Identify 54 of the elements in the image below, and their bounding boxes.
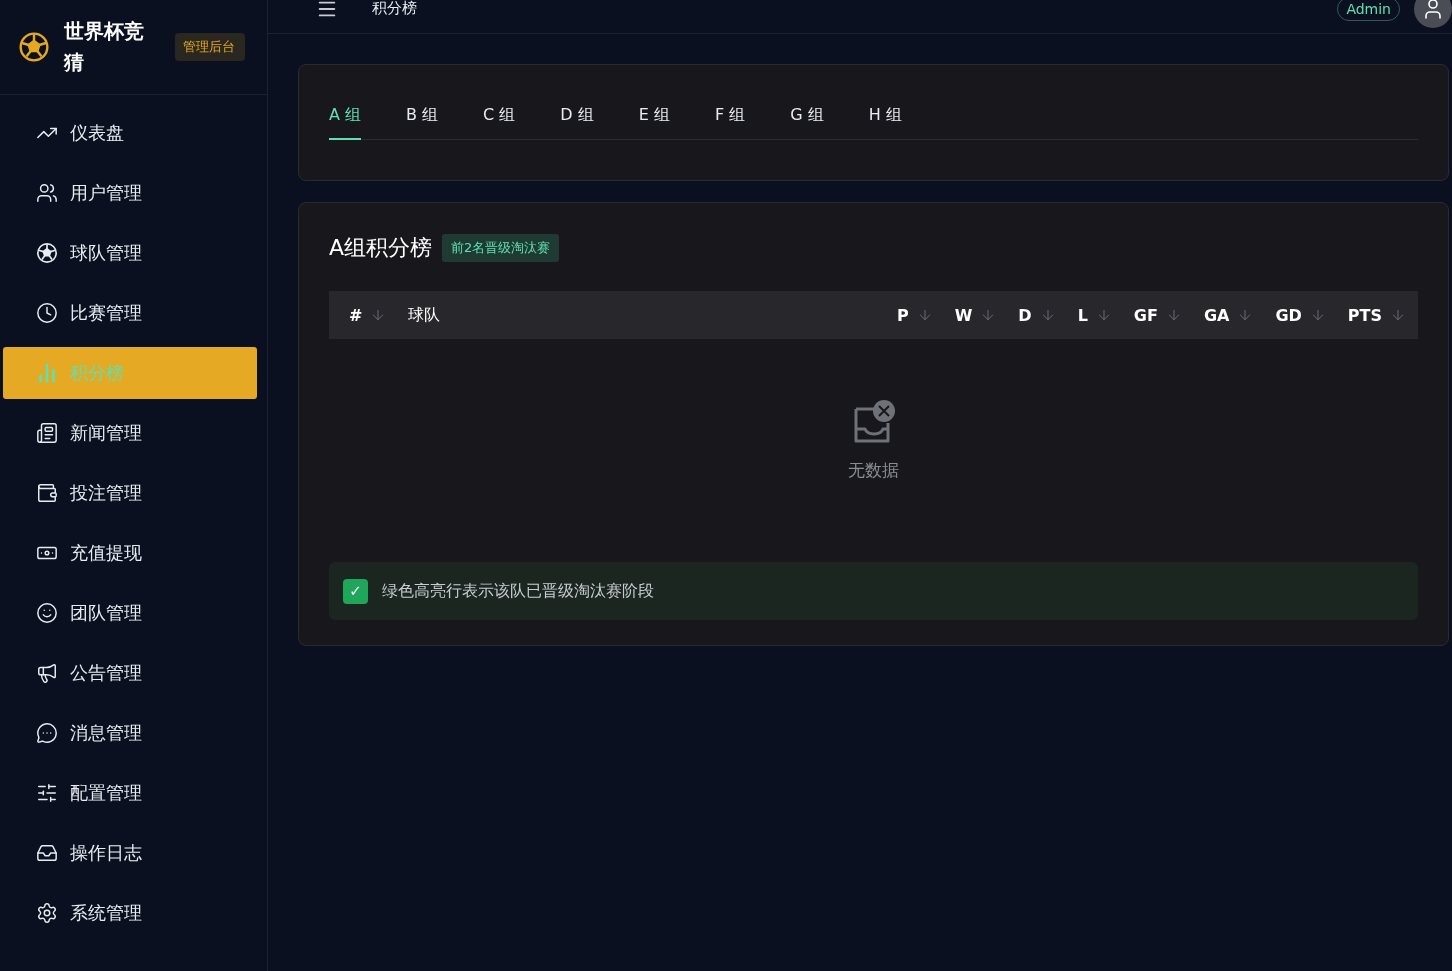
sidebar-item[interactable]: 投注管理 [3,467,257,519]
sidebar-item[interactable]: 仪表盘 [3,107,257,159]
qualify-tag: 前2名晋级淘汰赛 [442,234,560,262]
sidebar-item[interactable]: 消息管理 [3,707,257,759]
newspaper-icon [36,422,58,444]
sidebar-item[interactable]: 配置管理 [3,767,257,819]
soccer-ball-icon [36,242,58,264]
bar-chart-icon [36,362,58,384]
column-header[interactable]: GD [1275,305,1302,325]
column-header[interactable]: GF [1133,305,1158,325]
sidebar-item[interactable]: 团队管理 [3,587,257,639]
column-header[interactable]: # [349,305,363,325]
sort-icon[interactable] [1390,307,1406,323]
users-icon [36,182,58,204]
sidebar-item[interactable]: 用户管理 [3,167,257,219]
empty-text: 无数据 [848,459,899,482]
clock-icon [36,302,58,324]
chat-icon [36,722,58,744]
sidebar-item[interactable]: 系统管理 [3,887,257,939]
sidebar-item[interactable]: 新闻管理 [3,407,257,459]
column-header[interactable]: W [954,305,973,325]
brand-title: 世界杯竞猜 [64,18,145,76]
sidebar-item[interactable]: 充值提现 [3,527,257,579]
sidebar-item[interactable]: 公告管理 [3,647,257,699]
check-mark: ✓ [343,578,368,604]
page-title: 积分榜 [372,0,417,18]
group-tab[interactable]: G 组 [790,93,824,140]
face-icon [36,602,58,624]
sliders-icon [36,782,58,804]
column-header[interactable]: D [1018,305,1032,325]
standings-title: A组积分榜 [329,234,433,262]
group-tab[interactable]: A 组 [329,93,362,140]
group-tab[interactable]: E 组 [638,93,670,140]
legend-text: 绿色高亮行表示该队已晋级淘汰赛阶段 [382,580,654,602]
sidebar-item[interactable]: 球队管理 [3,227,257,279]
group-tab[interactable]: B 组 [406,93,439,140]
settings-icon [36,902,58,924]
wallet-icon [36,482,58,504]
column-header[interactable]: 球队 [408,304,441,326]
column-header[interactable]: P [896,305,909,325]
avatar[interactable] [1414,0,1452,28]
brand-badge: 管理后台 [175,33,245,61]
group-tab[interactable]: D 组 [560,93,594,140]
column-header[interactable]: GA [1203,305,1230,325]
column-header[interactable]: L [1077,305,1088,325]
sidebar-item[interactable]: 操作日志 [3,827,257,879]
column-header[interactable]: PTS [1347,305,1382,325]
group-tab[interactable]: C 组 [483,93,516,140]
sidebar-item[interactable]: 比赛管理 [3,287,257,339]
group-tab[interactable]: H 组 [868,93,902,140]
inbox-icon [36,842,58,864]
group-tab[interactable]: F 组 [714,93,746,140]
soccer-ball-icon [18,31,50,63]
megaphone-icon [36,662,58,684]
